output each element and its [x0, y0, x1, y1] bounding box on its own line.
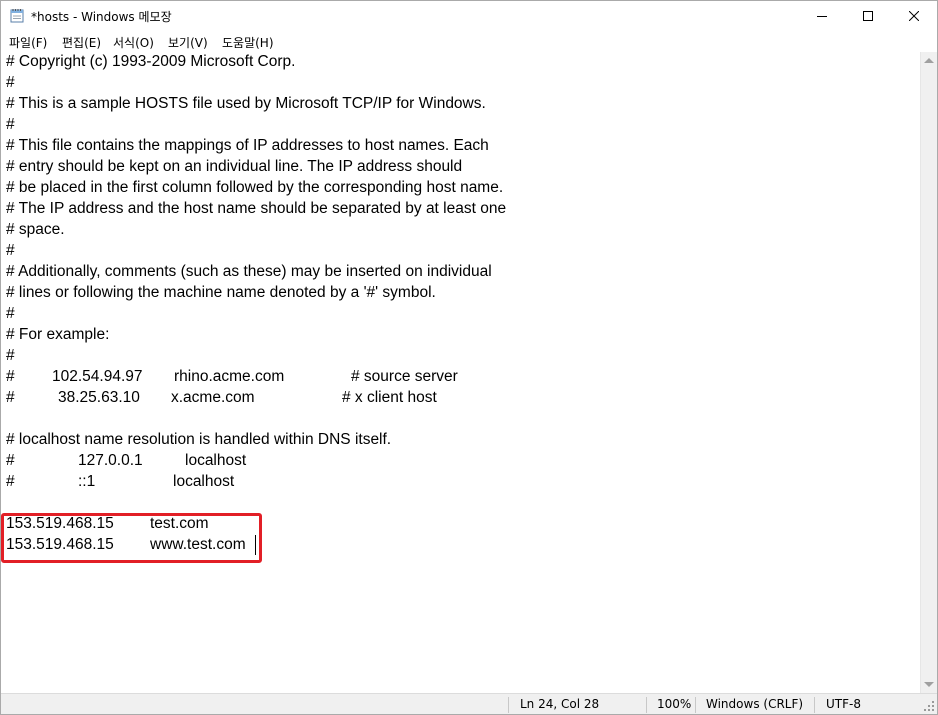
- text-segment: # Additionally, comments (such as these)…: [6, 263, 492, 280]
- text-segment: rhino.acme.com: [174, 368, 285, 385]
- text-segment: #: [6, 242, 15, 259]
- text-segment: # x client host: [342, 389, 437, 406]
- vertical-scrollbar[interactable]: [920, 52, 937, 693]
- text-segment: #: [6, 452, 15, 469]
- resize-grip-icon[interactable]: [924, 701, 934, 711]
- text-segment: 38.25.63.10: [58, 389, 140, 406]
- text-segment: #: [6, 389, 15, 406]
- text-segment: # space.: [6, 221, 65, 238]
- status-bar: Ln 24, Col 28 100% Windows (CRLF) UTF-8: [1, 693, 937, 714]
- maximize-button[interactable]: [845, 1, 891, 31]
- text-segment: 102.54.94.97: [52, 368, 143, 385]
- menu-edit[interactable]: 편집(E): [62, 34, 101, 51]
- text-segment: #: [6, 347, 15, 364]
- text-segment: # Copyright (c) 1993-2009 Microsoft Corp…: [6, 53, 296, 70]
- text-segment: # entry should be kept on an individual …: [6, 158, 463, 175]
- close-button[interactable]: [891, 1, 937, 31]
- text-segment: ::1: [78, 473, 96, 490]
- menu-file[interactable]: 파일(F): [9, 34, 47, 51]
- text-segment: # lines or following the machine name de…: [6, 284, 436, 301]
- text-segment: # The IP address and the host name shoul…: [6, 200, 507, 217]
- text-segment: #: [6, 74, 15, 91]
- notepad-app-icon: [10, 9, 24, 23]
- menu-format[interactable]: 서식(O): [113, 34, 154, 51]
- menu-help[interactable]: 도움말(H): [222, 34, 274, 51]
- text-segment: localhost: [173, 473, 235, 490]
- close-icon: [909, 11, 919, 21]
- highlight-box: [1, 513, 262, 563]
- text-segment: # This file contains the mappings of IP …: [6, 137, 489, 154]
- text-segment: x.acme.com: [171, 389, 255, 406]
- text-caret: [255, 535, 256, 555]
- text-segment: # source server: [351, 368, 458, 385]
- maximize-icon: [863, 11, 873, 21]
- status-divider: [646, 697, 647, 713]
- status-divider: [508, 697, 509, 713]
- menu-bar: 파일(F) 편집(E) 서식(O) 보기(V) 도움말(H): [1, 31, 937, 51]
- cursor-position: Ln 24, Col 28: [520, 697, 600, 711]
- text-segment: # be placed in the first column followed…: [6, 179, 504, 196]
- text-segment: 127.0.0.1: [78, 452, 143, 469]
- text-segment: #: [6, 116, 15, 133]
- status-divider: [695, 697, 696, 713]
- window-title: *hosts - Windows 메모장: [31, 10, 172, 24]
- minimize-icon: [817, 16, 827, 17]
- text-segment: #: [6, 368, 15, 385]
- text-segment: # For example:: [6, 326, 110, 343]
- text-editor[interactable]: # Copyright (c) 1993-2009 Microsoft Corp…: [1, 52, 920, 693]
- menu-view[interactable]: 보기(V): [168, 34, 208, 51]
- notepad-window: *hosts - Windows 메모장 파일(F) 편집(E) 서식(O) 보…: [0, 0, 938, 715]
- text-segment: localhost: [185, 452, 247, 469]
- minimize-button[interactable]: [799, 1, 845, 31]
- encoding: UTF-8: [826, 697, 861, 711]
- zoom-level: 100%: [657, 697, 692, 711]
- text-segment: # This is a sample HOSTS file used by Mi…: [6, 95, 486, 112]
- line-ending: Windows (CRLF): [706, 697, 804, 711]
- scroll-up-arrow-icon[interactable]: [924, 58, 934, 63]
- text-segment: #: [6, 305, 15, 322]
- text-segment: #: [6, 473, 15, 490]
- status-divider: [814, 697, 815, 713]
- scroll-down-arrow-icon[interactable]: [924, 682, 934, 687]
- text-segment: # localhost name resolution is handled w…: [6, 431, 392, 448]
- title-bar[interactable]: *hosts - Windows 메모장: [1, 1, 937, 31]
